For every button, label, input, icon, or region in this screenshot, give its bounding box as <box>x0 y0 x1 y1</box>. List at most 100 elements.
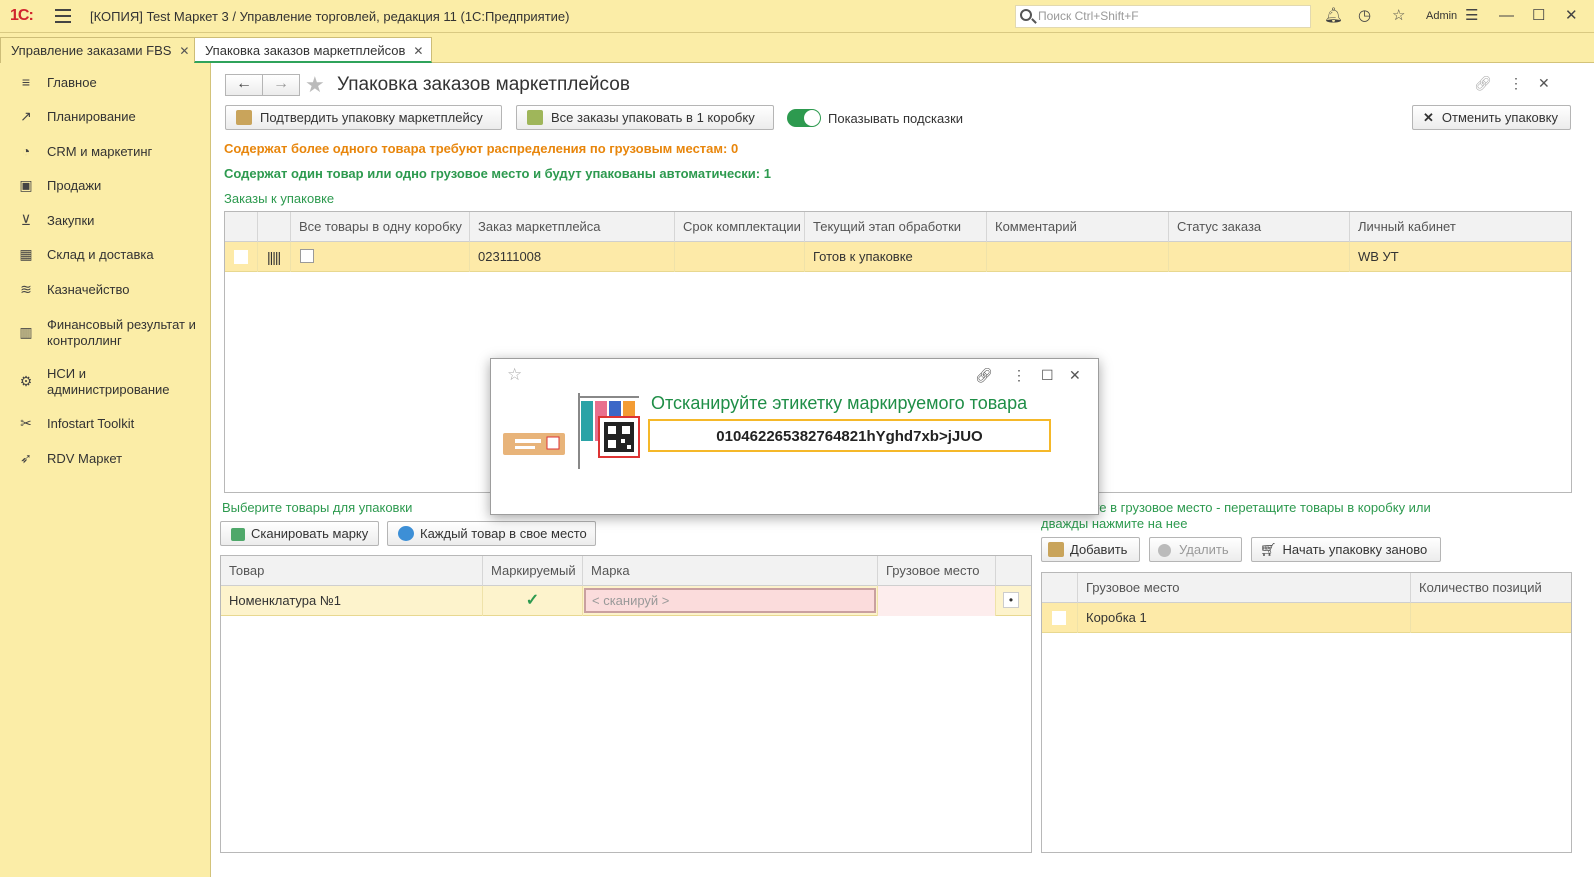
cancel-packing-button[interactable]: ✕ Отменить упаковку <box>1412 105 1571 130</box>
forward-button[interactable]: → <box>262 74 300 96</box>
x-icon: ✕ <box>1423 110 1434 125</box>
table-header: Все товары в одну коробку Заказ маркетпл… <box>225 212 1571 242</box>
info-single-items: Содержат один товар или одно грузовое ме… <box>224 166 771 181</box>
sidebar: ≡ Главное ↗ Планирование ◔ CRM и маркетинг … <box>0 63 211 877</box>
favorite-star-icon[interactable]: ★ <box>305 72 325 98</box>
cell-positions-count <box>1411 603 1571 633</box>
more-icon[interactable]: ⋮ <box>1509 75 1523 92</box>
goods-label: Выберите товары для упаковки <box>222 500 413 515</box>
barcode-icon: ||||| <box>258 242 291 272</box>
gear-icon: ⚙ <box>19 373 33 389</box>
row-select-checkbox[interactable] <box>234 250 248 264</box>
dialog-close-icon[interactable]: ✕ <box>1069 367 1081 384</box>
check-icon: ✓ <box>483 586 583 616</box>
search-input[interactable] <box>1038 9 1298 23</box>
tab-fbs-orders[interactable]: Управление заказами FBS ✕ <box>0 37 199 63</box>
coins-icon: ≋ <box>20 281 32 297</box>
tab-close-icon[interactable]: ✕ <box>179 44 189 58</box>
col-deadline[interactable]: Срок комплектации <box>675 212 805 242</box>
main-menu-icon[interactable] <box>55 9 71 23</box>
dialog-maximize-icon[interactable]: ☐ <box>1041 367 1054 384</box>
bell-icon[interactable]: 🔔︎ <box>1324 8 1343 24</box>
restart-packing-button[interactable]: 🛒︎ Начать упаковку заново <box>1251 537 1441 562</box>
scan-code-input[interactable]: 010462265382764821hYghd7xb>jJUO <box>648 419 1051 452</box>
rocket-icon: ➶ <box>20 450 32 466</box>
warehouse-icon: ▦ <box>19 246 33 262</box>
dialog-link-icon[interactable]: 🔗︎ <box>975 367 993 384</box>
col-mark[interactable]: Марка <box>583 556 878 586</box>
col-cabinet[interactable]: Личный кабинет <box>1350 212 1571 242</box>
maximize-icon[interactable]: ☐ <box>1532 8 1545 24</box>
pack-all-button[interactable]: Все заказы упаковать в 1 коробку <box>516 105 774 130</box>
hints-toggle[interactable] <box>787 109 821 127</box>
back-button[interactable]: ← <box>225 74 263 96</box>
cell-item: Номенклатура №1 <box>221 586 483 616</box>
col-comment[interactable]: Комментарий <box>987 212 1169 242</box>
cell-order: 023111008 <box>470 242 675 272</box>
goods-table[interactable]: Товар Маркируемый Марка Грузовое место Н… <box>220 555 1032 853</box>
col-order[interactable]: Заказ маркетплейса <box>470 212 675 242</box>
mark-input[interactable]: < сканируй > <box>584 588 876 613</box>
minimize-icon[interactable]: — <box>1499 8 1514 24</box>
delete-place-button[interactable]: Удалить <box>1149 537 1242 562</box>
places-table[interactable]: Грузовое место Количество позиций Коробк… <box>1041 572 1572 853</box>
col-item[interactable]: Товар <box>221 556 483 586</box>
table-row[interactable]: Номенклатура №1 ✓ < сканируй > • <box>221 586 1031 616</box>
close-form-icon[interactable]: ✕ <box>1538 75 1550 92</box>
tab-packing[interactable]: Упаковка заказов маркетплейсов ✕ <box>194 37 433 63</box>
confirm-packing-button[interactable]: Подтвердить упаковку маркетплейсу <box>225 105 502 130</box>
history-icon[interactable]: ◷ <box>1358 8 1371 24</box>
col-marked[interactable]: Маркируемый <box>483 556 583 586</box>
cell-stage: Готов к упаковке <box>805 242 987 272</box>
dialog-star-icon[interactable]: ☆ <box>507 365 522 385</box>
tab-label: Управление заказами FBS <box>11 43 172 58</box>
cart-icon: ⊻ <box>20 212 32 228</box>
cell-comment <box>987 242 1169 272</box>
col-positions-count[interactable]: Количество позиций <box>1411 573 1571 603</box>
app-logo: 1С: <box>10 7 34 24</box>
col-cargo-place[interactable]: Грузовое место <box>1078 573 1411 603</box>
title-bar: 1С: [КОПИЯ] Test Маркет 3 / Управление т… <box>0 0 1594 33</box>
each-in-own-place-button[interactable]: Каждый товар в свое место <box>387 521 596 546</box>
add-place-button[interactable]: Добавить <box>1041 537 1140 562</box>
select-dot-button[interactable]: • <box>1003 592 1019 608</box>
tools-icon: ✂ <box>20 415 32 431</box>
box-icon <box>236 110 252 125</box>
table-row[interactable]: ||||| 023111008 Готов к упаковке WB УТ <box>225 242 1571 272</box>
delete-icon <box>1158 544 1171 557</box>
add-box-icon <box>1048 542 1064 557</box>
scan-dialog: ☆ 🔗︎ ⋮ ☐ ✕ Отсканируйте этикетку маркиру… <box>490 358 1099 515</box>
cell-deadline <box>675 242 805 272</box>
tab-close-icon[interactable]: ✕ <box>413 44 423 58</box>
star-icon[interactable]: ☆ <box>1392 8 1405 24</box>
col-place[interactable]: Грузовое место <box>878 556 996 586</box>
search-box[interactable] <box>1015 5 1311 28</box>
close-icon[interactable]: ✕ <box>1565 8 1578 24</box>
cell-place[interactable] <box>878 586 996 616</box>
page-title: Упаковка заказов маркетплейсов <box>337 74 630 95</box>
col-status[interactable]: Статус заказа <box>1169 212 1350 242</box>
chart-icon: ↗ <box>20 108 32 124</box>
col-all-in-one[interactable]: Все товары в одну коробку <box>291 212 470 242</box>
cell-cabinet: WB УТ <box>1358 249 1399 264</box>
user-name[interactable]: Admin <box>1426 10 1457 22</box>
bag-icon: ▣ <box>19 177 33 193</box>
window-title: [КОПИЯ] Test Маркет 3 / Управление торго… <box>90 9 570 24</box>
all-in-one-checkbox[interactable] <box>300 249 314 263</box>
scan-mark-button[interactable]: Сканировать марку <box>220 521 379 546</box>
settings-icon[interactable]: ☰ <box>1465 8 1478 24</box>
dialog-more-icon[interactable]: ⋮ <box>1012 367 1026 384</box>
bars-icon: ▥ <box>19 324 33 340</box>
col-stage[interactable]: Текущий этап обработки <box>805 212 987 242</box>
orders-label: Заказы к упаковке <box>224 191 335 206</box>
scan-illustration-icon <box>503 391 643 471</box>
places-label: Поместите в грузовое место - перетащите … <box>1041 500 1431 531</box>
tab-label: Упаковка заказов маркетплейсов <box>205 43 406 58</box>
box-green-icon <box>527 110 543 125</box>
link-icon[interactable]: 🔗︎ <box>1474 75 1492 92</box>
box-row-checkbox[interactable] <box>1052 611 1066 625</box>
hints-toggle-label: Показывать подсказки <box>828 111 964 126</box>
info-multi-items: Содержат более одного товара требуют рас… <box>224 141 739 156</box>
cell-cargo-place: Коробка 1 <box>1078 603 1411 633</box>
table-row[interactable]: Коробка 1 <box>1042 603 1571 633</box>
